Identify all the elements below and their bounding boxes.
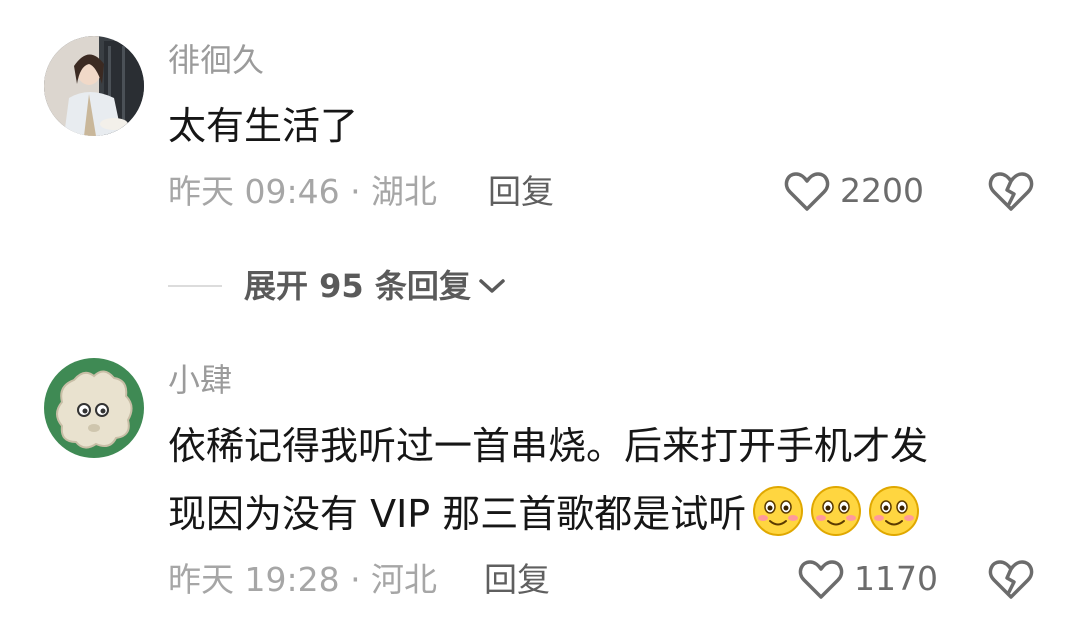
- broken-heart-icon: [988, 560, 1034, 599]
- expand-replies-label: 展开 95 条回复: [244, 267, 471, 305]
- comment-text: 依稀记得我听过一首串烧。后来打开手机才发 现因为没有 VIP 那三首歌都是试听: [168, 412, 1038, 548]
- comment-text: 太有生活了: [168, 104, 359, 148]
- username[interactable]: 徘徊久: [168, 40, 264, 80]
- like-count: 2200: [840, 171, 924, 210]
- avatar-photo-image: [44, 36, 144, 136]
- avatar[interactable]: [44, 358, 144, 458]
- divider: [168, 285, 222, 287]
- avatar-cartoon-image: [44, 358, 144, 458]
- dislike-button[interactable]: [988, 558, 1034, 604]
- like-button[interactable]: 2200: [784, 170, 924, 212]
- blushing-smile-emoji: [811, 486, 862, 536]
- username[interactable]: 小肆: [168, 360, 232, 400]
- like-count: 1170: [854, 559, 938, 598]
- reply-button[interactable]: 回复: [484, 560, 550, 600]
- broken-heart-icon: [988, 172, 1034, 211]
- blushing-smile-emoji: [753, 486, 804, 536]
- reply-button[interactable]: 回复: [488, 172, 554, 212]
- like-button[interactable]: 1170: [798, 558, 938, 600]
- avatar[interactable]: [44, 36, 144, 136]
- comment-meta: 昨天 09:46 · 湖北: [168, 172, 438, 211]
- comment-meta: 昨天 19:28 · 河北: [168, 560, 438, 599]
- heart-outline-icon: [798, 560, 844, 599]
- comment-text-line-with-emoji: 现因为没有 VIP 那三首歌都是试听: [168, 480, 1038, 548]
- heart-outline-icon: [784, 172, 830, 211]
- expand-replies-button[interactable]: 展开 95 条回复: [244, 266, 507, 306]
- blushing-smile-emoji: [869, 486, 920, 536]
- comment-text-line: 现因为没有 VIP 那三首歌都是试听: [168, 492, 747, 536]
- comment-text-line: 依稀记得我听过一首串烧。后来打开手机才发: [168, 424, 929, 468]
- chevron-down-icon: [479, 279, 505, 293]
- dislike-button[interactable]: [988, 170, 1034, 216]
